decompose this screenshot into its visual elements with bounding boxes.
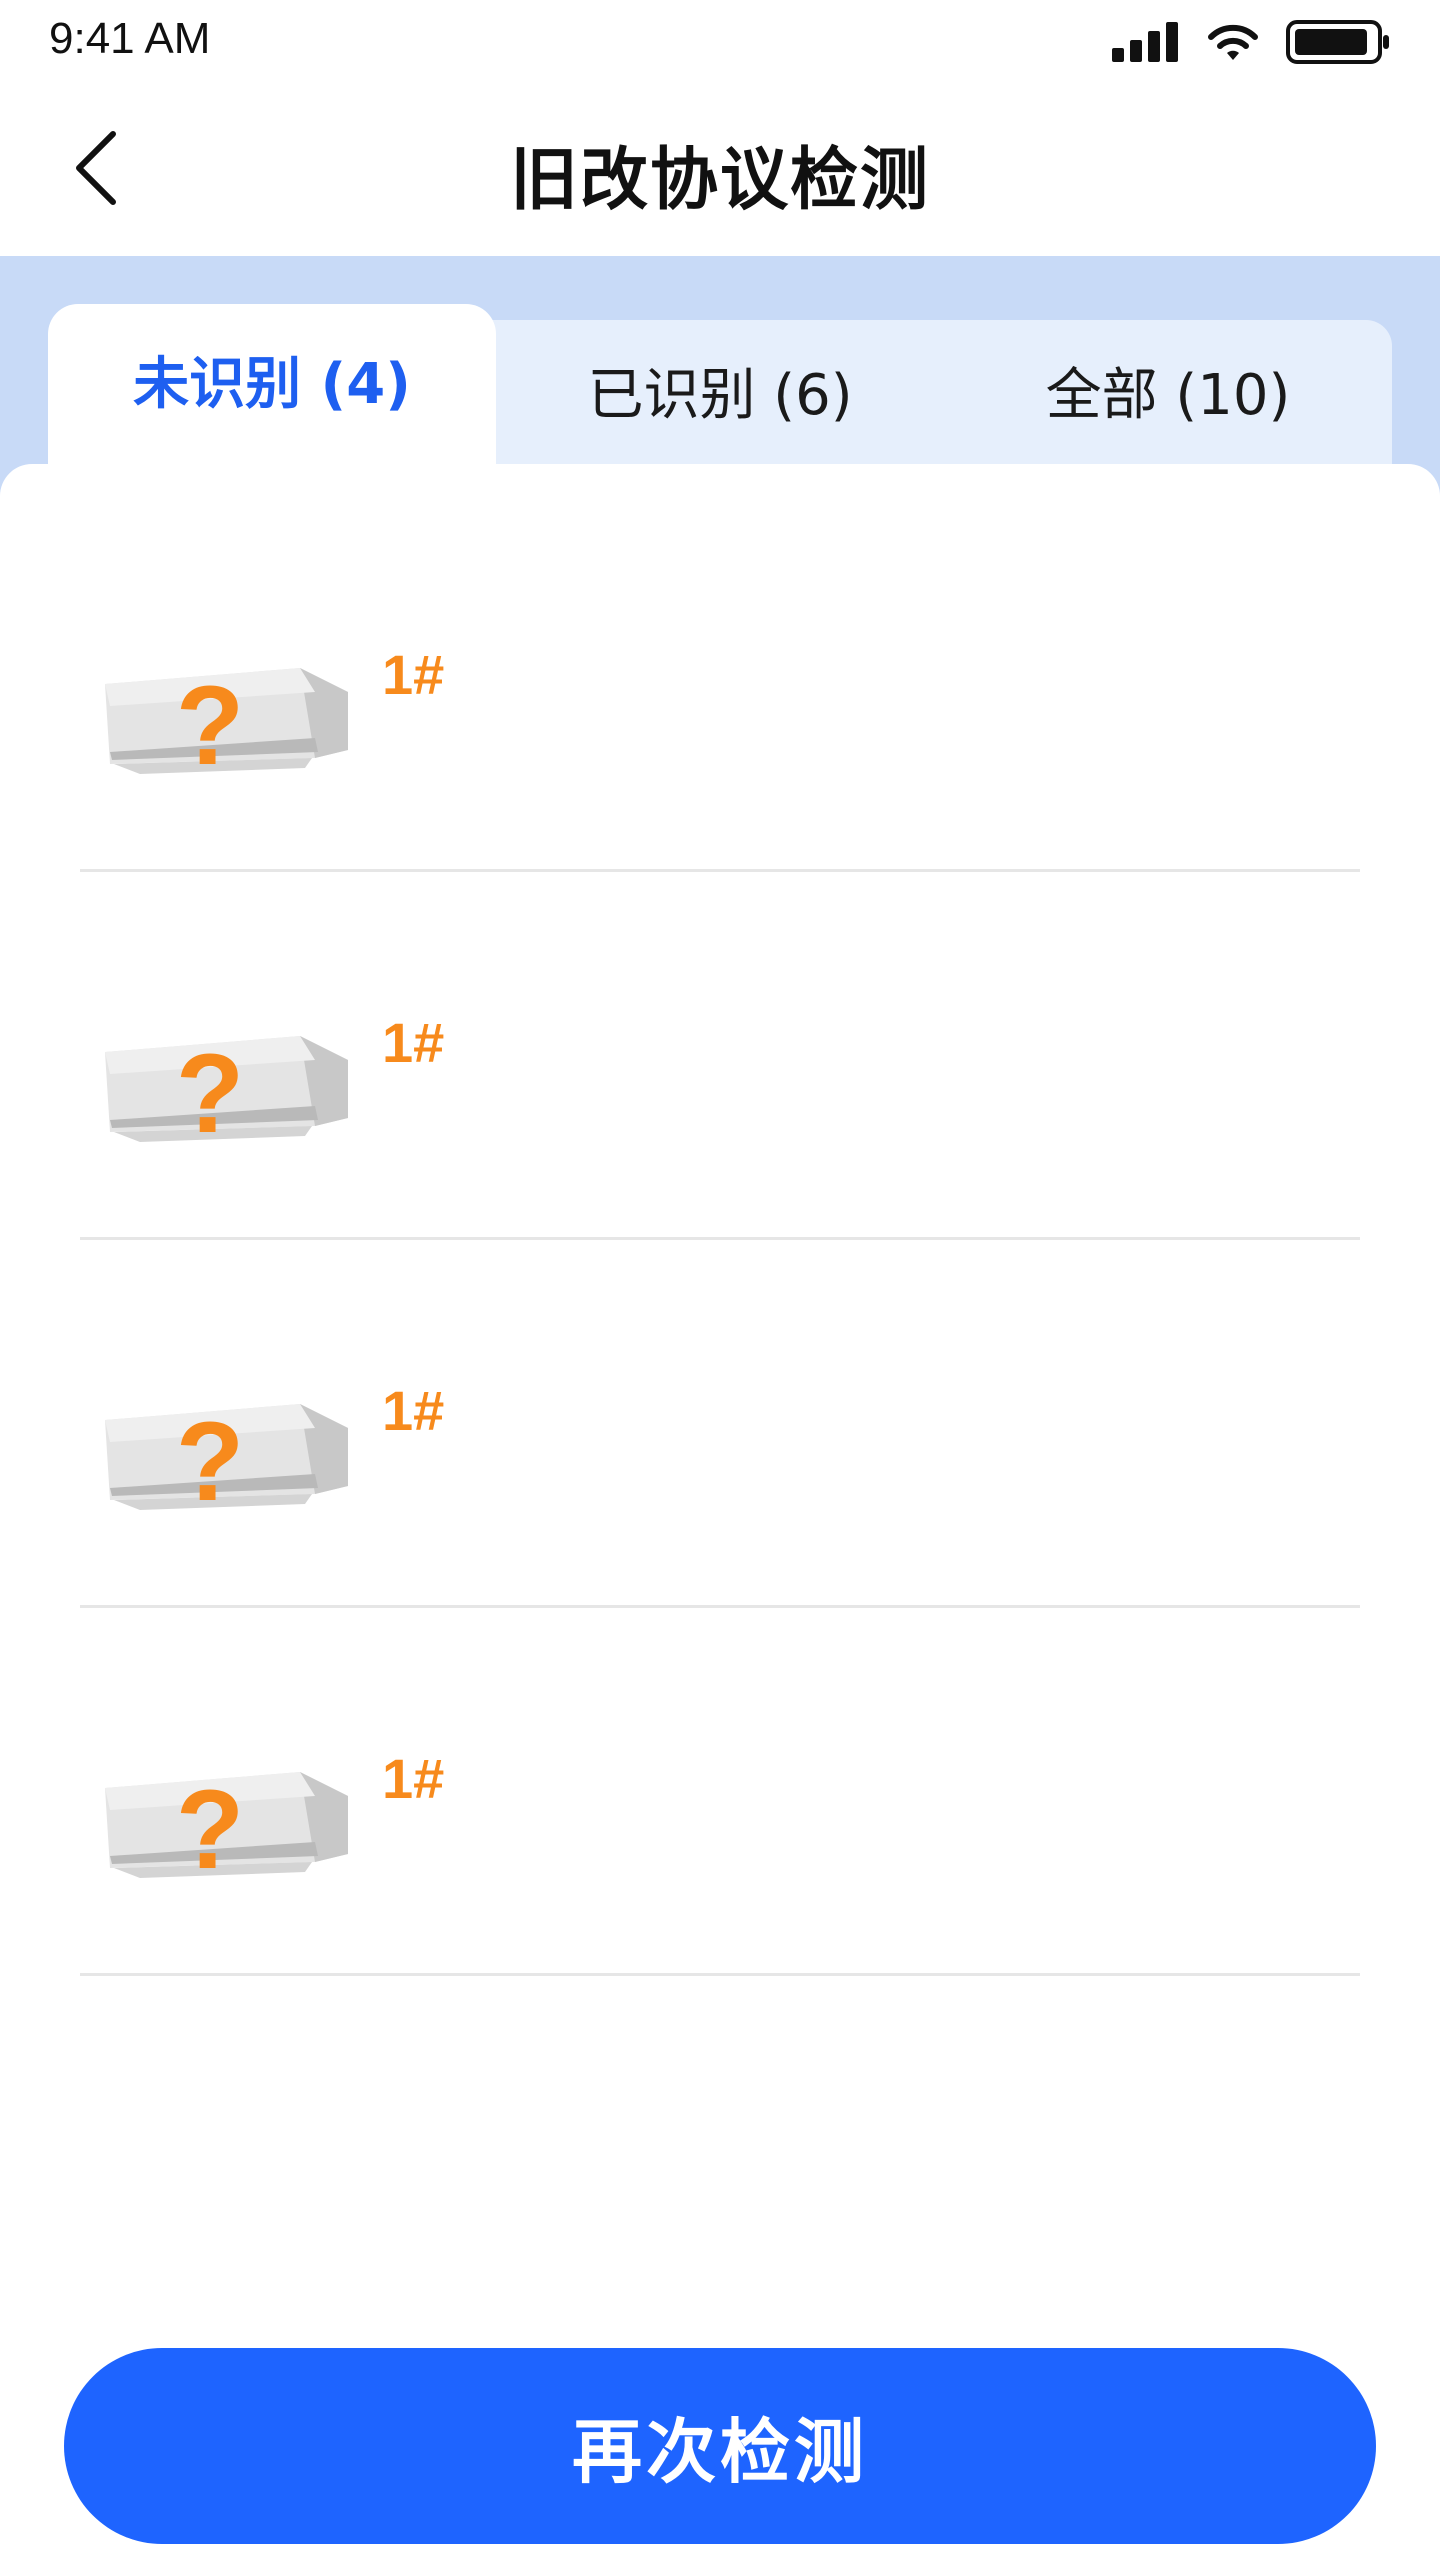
list-item[interactable]: ? 1# — [80, 504, 1360, 872]
status-icons — [1112, 18, 1392, 66]
list-item[interactable]: ? 1# — [80, 872, 1360, 1240]
list-item[interactable]: ? 1# — [80, 1608, 1360, 1976]
unknown-air-conditioner-icon: ? — [105, 1031, 348, 1152]
svg-text:?: ? — [176, 1031, 244, 1152]
battery-icon — [1286, 20, 1389, 64]
item-label: 1# — [382, 1747, 445, 1810]
divider — [80, 1973, 1360, 1976]
unknown-air-conditioner-icon: ? — [105, 1399, 348, 1520]
navigation-bar: 旧改协议检测 — [0, 84, 1440, 256]
content-card: ? 1# ? 1# ? 1# ? 1# — [0, 464, 1440, 2560]
tab-all[interactable]: 全部 (10) — [944, 320, 1392, 460]
page-title: 旧改协议检测 — [509, 141, 930, 220]
tab-bar: 已识别 (6) 全部 (10) 未识别 (4) — [0, 256, 1440, 496]
list-item[interactable]: ? 1# — [80, 1240, 1360, 1608]
svg-text:?: ? — [176, 1767, 244, 1888]
item-label: 1# — [382, 643, 445, 706]
status-time: 9:41 AM — [49, 14, 211, 63]
item-label: 1# — [382, 1011, 445, 1074]
cellular-signal-icon — [1112, 22, 1178, 62]
tab-recognized[interactable]: 已识别 (6) — [496, 320, 944, 460]
item-label: 1# — [382, 1379, 445, 1442]
svg-text:?: ? — [176, 663, 244, 784]
svg-text:?: ? — [176, 1399, 244, 1520]
unknown-air-conditioner-icon: ? — [105, 1767, 348, 1888]
redetect-button[interactable]: 再次检测 — [64, 2348, 1376, 2544]
unknown-air-conditioner-icon: ? — [105, 663, 348, 784]
status-bar: 9:41 AM — [0, 0, 1440, 84]
wifi-icon — [1208, 24, 1258, 60]
